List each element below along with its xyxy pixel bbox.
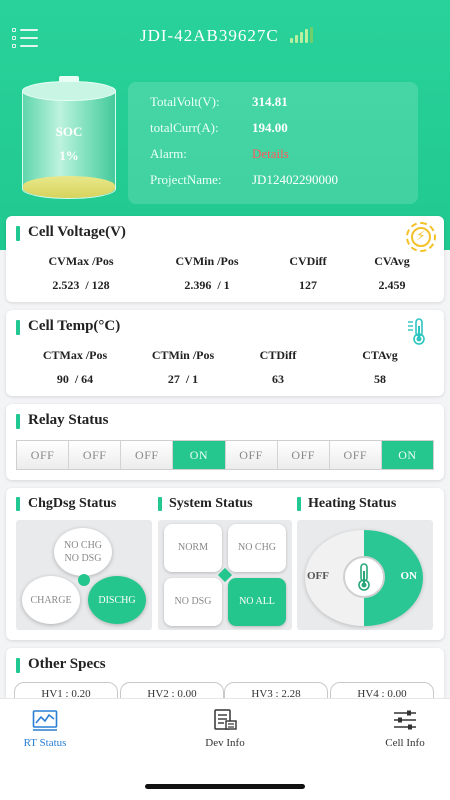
total-curr-value: 194.00 <box>252 120 288 135</box>
relay-7[interactable]: OFF <box>329 441 382 469</box>
relay-5[interactable]: OFF <box>225 441 278 469</box>
cvdiff-header: CVDiff <box>289 254 327 268</box>
cvmax-header: CVMax /Pos <box>48 254 114 268</box>
project-name-label: ProjectName: <box>150 172 222 187</box>
relay-4[interactable]: ON <box>173 441 226 469</box>
chart-icon <box>32 710 58 731</box>
project-name-row: ProjectName: JD12402290000 <box>150 172 338 188</box>
hero-header: JDI-42AB39627C SOC 1% TotalVolt(V): 314.8… <box>0 0 450 250</box>
document-icon <box>214 709 237 730</box>
cvmin-value: 2.396 / 1 <box>184 278 230 292</box>
cell-voltage-card: Cell Voltage(V) ⚡ CVMax /Pos CVMin /Pos … <box>6 216 444 302</box>
no-chg-indicator: NO CHG <box>228 524 286 572</box>
chgdsg-state-dot <box>78 574 90 586</box>
relay-3[interactable]: OFF <box>121 441 174 469</box>
system-panel: NORM NO CHG NO DSG NO ALL <box>158 520 292 630</box>
ctmin-value: 27 / 1 <box>167 372 199 386</box>
heating-dial[interactable]: OFF ON <box>305 530 423 626</box>
ctmax-value: 90 / 64 <box>56 372 94 386</box>
relay-8[interactable]: ON <box>381 441 433 469</box>
no-all-indicator: NO ALL <box>228 578 286 626</box>
chgdsg-status-title: ChgDsg Status <box>28 496 117 511</box>
ctavg-value: 58 <box>374 372 386 386</box>
ctdiff-value: 63 <box>272 372 284 386</box>
cvavg-header: CVAvg <box>374 254 410 268</box>
total-volt-row: TotalVolt(V): 314.81 <box>150 94 288 110</box>
heating-status-title: Heating Status <box>308 496 397 511</box>
heating-knob <box>343 556 385 598</box>
ctavg-header: CTAvg <box>362 348 398 362</box>
relay-6[interactable]: OFF <box>277 441 330 469</box>
tab-dev-info-label: Dev Info <box>205 737 245 749</box>
menu-icon[interactable] <box>12 28 38 48</box>
alarm-details-link[interactable]: Details <box>252 146 289 161</box>
total-curr-row: totalCurr(A): 194.00 <box>150 120 288 136</box>
summary-panel: TotalVolt(V): 314.81 totalCurr(A): 194.00 … <box>128 82 418 204</box>
ctmax-header: CTMax /Pos <box>42 348 108 362</box>
thermometer-icon <box>358 563 370 591</box>
cell-voltage-title: Cell Voltage(V) <box>28 224 126 240</box>
battery-fill <box>23 176 115 198</box>
no-chg-no-dsg-indicator: NO CHG NO DSG <box>54 528 112 576</box>
project-name-value: JD12402290000 <box>252 172 338 187</box>
system-status-title: System Status <box>169 496 253 511</box>
other-specs-title: Other Specs <box>28 656 106 672</box>
home-indicator[interactable] <box>145 784 305 789</box>
discharge-indicator: DISCHG <box>88 576 146 624</box>
cvmin-header: CVMin /Pos <box>175 254 239 268</box>
thermometer-icon <box>408 318 425 345</box>
tab-rt-status-label: RT Status <box>23 737 67 749</box>
norm-indicator: NORM <box>164 524 222 572</box>
device-title: JDI-42AB39627C <box>140 26 279 45</box>
cvdiff-value: 127 <box>299 278 317 292</box>
total-volt-value: 314.81 <box>252 94 288 109</box>
status-panels-card: ChgDsg Status System Status Heating Stat… <box>6 488 444 640</box>
cvavg-value: 2.459 <box>378 278 406 292</box>
signal-strength-icon <box>290 27 316 43</box>
heating-on-label: ON <box>400 570 418 582</box>
relay-2[interactable]: OFF <box>69 441 122 469</box>
total-curr-label: totalCurr(A): <box>150 120 219 135</box>
alarm-label: Alarm: <box>150 146 187 161</box>
relay-strip: OFF OFF OFF ON OFF OFF OFF ON <box>16 440 434 470</box>
charge-indicator: CHARGE <box>22 576 80 624</box>
heating-panel: OFF ON <box>297 520 433 630</box>
soc-value: 1% <box>59 148 79 163</box>
relay-1[interactable]: OFF <box>17 441 70 469</box>
cell-temp-title: Cell Temp(°C) <box>28 318 121 334</box>
relay-status-card: Relay Status OFF OFF OFF ON OFF OFF OFF … <box>6 404 444 480</box>
battery-soc-gauge: SOC 1% <box>22 76 116 200</box>
heating-off-label: OFF <box>307 570 329 582</box>
total-volt-label: TotalVolt(V): <box>150 94 220 109</box>
ctdiff-header: CTDiff <box>259 348 297 362</box>
cell-temp-card: Cell Temp(°C) CTMax /Pos CTMin /Pos CTDi… <box>6 310 444 396</box>
chgdsg-panel: NO CHG NO DSG CHARGE DISCHG <box>16 520 152 630</box>
tab-cell-info-label: Cell Info <box>385 737 425 749</box>
soc-label: SOC <box>55 124 83 139</box>
relay-status-title: Relay Status <box>28 412 109 428</box>
tab-rt-status[interactable]: RT Status <box>0 709 90 749</box>
tab-dev-info[interactable]: Dev Info <box>180 709 270 749</box>
tab-cell-info[interactable]: Cell Info <box>360 709 450 749</box>
cvmax-value: 2.523 / 128 <box>52 278 110 292</box>
sliders-icon <box>394 710 416 730</box>
alarm-row: Alarm: Details <box>150 146 289 162</box>
lightning-icon: ⚡ <box>406 222 436 252</box>
ctmin-header: CTMin /Pos <box>151 348 215 362</box>
no-dsg-indicator: NO DSG <box>164 578 222 626</box>
